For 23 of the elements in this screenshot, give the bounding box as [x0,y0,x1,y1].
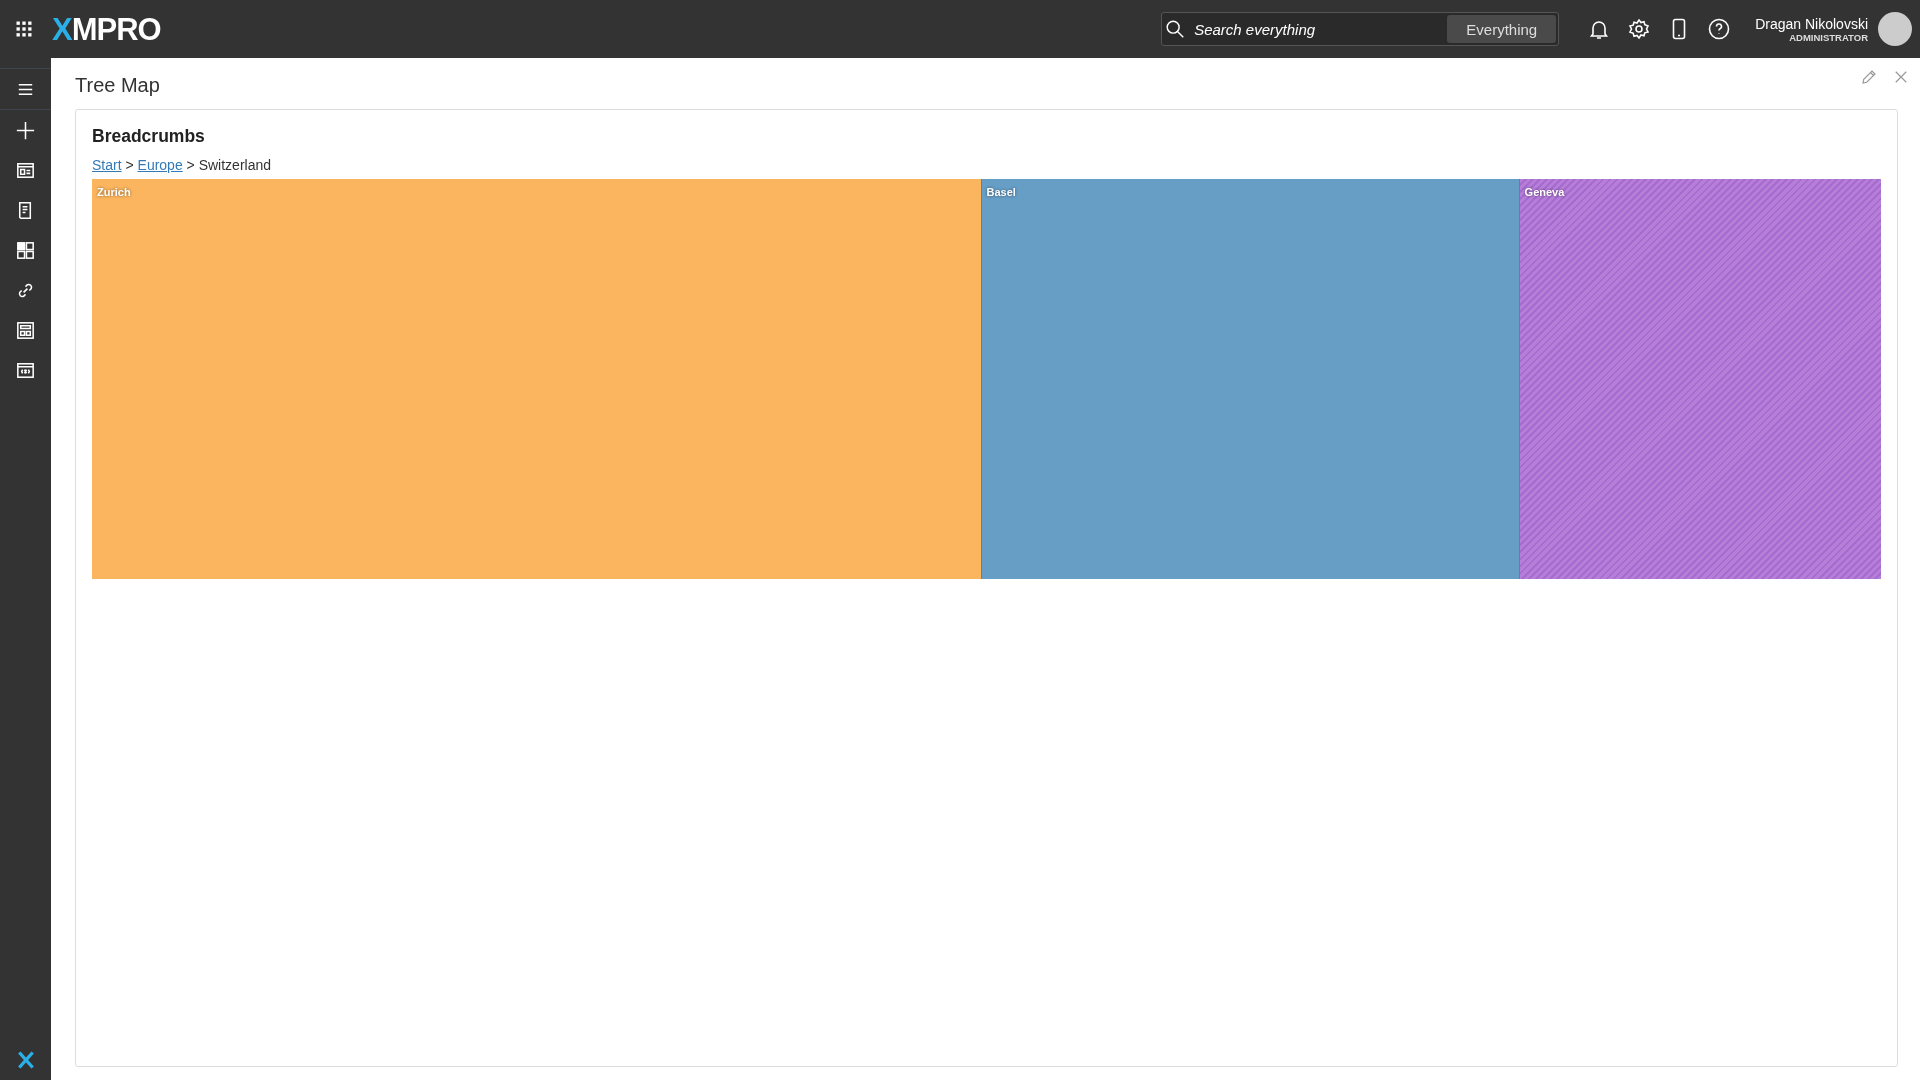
page-title: Tree Map [75,74,160,97]
settings-icon[interactable] [1627,17,1652,41]
edit-icon[interactable] [1860,68,1878,86]
scope-dropdown[interactable]: Everything [1447,15,1557,43]
help-icon[interactable] [1707,17,1732,41]
breadcrumb-link[interactable]: Start [92,157,122,173]
tile-label: Basel [986,186,1016,198]
breadcrumb-link[interactable]: Europe [137,157,183,173]
treemap-tile[interactable]: Basel [981,179,1520,579]
tile-label: Geneva [1524,186,1565,198]
user-name[interactable]: Dragan Nikolovski [1755,15,1868,32]
tile-label: Zurich [97,186,131,198]
user-role: ADMINISTRATOR [1789,31,1868,43]
search-field[interactable]: Search everything Everything [1161,12,1560,46]
treemap-tile[interactable]: Geneva [1519,179,1881,579]
search-icon[interactable] [1164,18,1187,40]
avatar[interactable] [1878,12,1912,46]
breadcrumb-current: Switzerland [198,157,272,173]
breadcrumb-separator: > [124,157,135,173]
x-logo-icon[interactable] [15,1050,36,1070]
apps-icon[interactable] [14,19,34,39]
breadcrumb-separator: > [185,157,196,173]
card-title: Breadcrumbs [92,126,206,147]
